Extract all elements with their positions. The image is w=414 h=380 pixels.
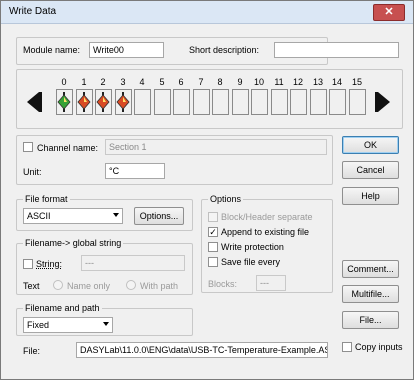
unit-label: Unit: [23,167,42,177]
write-protection-label: Write protection [221,242,284,252]
close-button[interactable]: ✕ [373,4,405,21]
copy-inputs-label: Copy inputs [355,342,403,352]
string-input[interactable]: --- [81,255,185,271]
channel-number: 11 [274,77,284,87]
channel-slot[interactable] [134,89,151,115]
string-label: String: [36,259,63,269]
filename-path-title: Filename and path [23,303,102,313]
channel-input-icon[interactable] [77,92,91,112]
save-every-label: Save file every [221,257,281,267]
cancel-button[interactable]: Cancel [342,161,399,179]
channel-slot[interactable] [251,89,268,115]
channel-number: 15 [351,77,362,87]
channel-number: 5 [159,77,165,87]
ok-button[interactable]: OK [342,136,399,154]
channel-input-icon[interactable] [96,92,110,112]
text-label: Text [23,281,40,291]
save-every-checkbox[interactable] [208,257,218,267]
channel-number: 3 [120,77,126,87]
channel-number: 10 [253,77,264,87]
channel-number: 4 [139,77,145,87]
channel-slot[interactable] [349,89,366,115]
comment-button[interactable]: Comment... [342,260,399,278]
global-string-title: Filename-> global string [23,238,124,248]
file-path-input[interactable]: DASYLab\11.0.0\ENG\data\USB-TC-Temperatu… [76,342,328,358]
write-data-dialog: Write Data ✕ Module name: Write00 Short … [0,0,414,380]
channel-slot[interactable] [329,89,346,115]
with-path-label: With path [140,281,179,291]
checkmark-icon: ✓ [209,227,217,237]
channel-number: 6 [178,77,184,87]
channel-number: 12 [292,77,303,87]
channel-number: 1 [81,77,87,87]
channel-slot[interactable] [173,89,190,115]
append-checkbox[interactable]: ✓ [208,227,218,237]
blocks-input[interactable]: --- [256,275,286,291]
channel-number: 13 [312,77,323,87]
channel-slot[interactable] [193,89,210,115]
filename-path-value: Fixed [27,320,50,330]
string-checkbox[interactable] [23,259,33,269]
file-format-select[interactable]: ASCII [23,208,123,224]
file-format-title: File format [23,194,70,204]
channel-number: 14 [331,77,342,87]
close-icon: ✕ [384,6,394,18]
short-description-label: Short description: [189,45,260,55]
channel-slot[interactable] [271,89,288,115]
channel-number: 9 [237,77,243,87]
filename-path-select[interactable]: Fixed [23,317,113,333]
scroll-left-icon[interactable] [23,89,43,115]
window-title: Write Data [9,6,57,17]
help-button[interactable]: Help [342,187,399,205]
file-button[interactable]: File... [342,311,399,329]
module-name-label: Module name: [23,45,81,55]
channel-number: 0 [61,77,67,87]
options-title: Options [208,194,244,204]
file-format-value: ASCII [27,211,51,221]
block-header-checkbox[interactable] [208,212,218,222]
channel-name-label: Channel name: [37,143,99,153]
channel-number: 8 [217,77,223,87]
unit-input[interactable]: °C [105,163,165,179]
file-label: File: [23,346,41,356]
write-protection-checkbox[interactable] [208,242,218,252]
blocks-label: Blocks: [208,279,238,289]
multifile-button[interactable]: Multifile... [342,285,399,303]
channel-slot[interactable] [232,89,249,115]
append-label: Append to existing file [221,227,310,237]
title-bar: Write Data ✕ [1,1,413,24]
block-header-label: Block/Header separate [221,212,313,222]
channel-slot[interactable] [212,89,229,115]
with-path-radio[interactable] [126,280,136,290]
channel-slot[interactable] [290,89,307,115]
channel-name-input[interactable]: Section 1 [105,139,327,155]
scroll-right-icon[interactable] [374,89,394,115]
chevron-down-icon [103,322,109,326]
name-only-label: Name only [67,281,111,291]
module-name-input[interactable]: Write00 [89,42,164,58]
channel-slot[interactable] [154,89,171,115]
short-description-input[interactable] [274,42,399,58]
options-button[interactable]: Options... [134,207,184,225]
channel-name-checkbox[interactable] [23,142,33,152]
name-only-radio[interactable] [53,280,63,290]
channel-slot[interactable] [310,89,327,115]
channel-number: 2 [100,77,106,87]
copy-inputs-checkbox[interactable] [342,342,352,352]
channel-input-icon[interactable] [116,92,130,112]
channel-input-icon[interactable] [57,92,71,112]
chevron-down-icon [113,213,119,217]
channel-number: 7 [198,77,204,87]
